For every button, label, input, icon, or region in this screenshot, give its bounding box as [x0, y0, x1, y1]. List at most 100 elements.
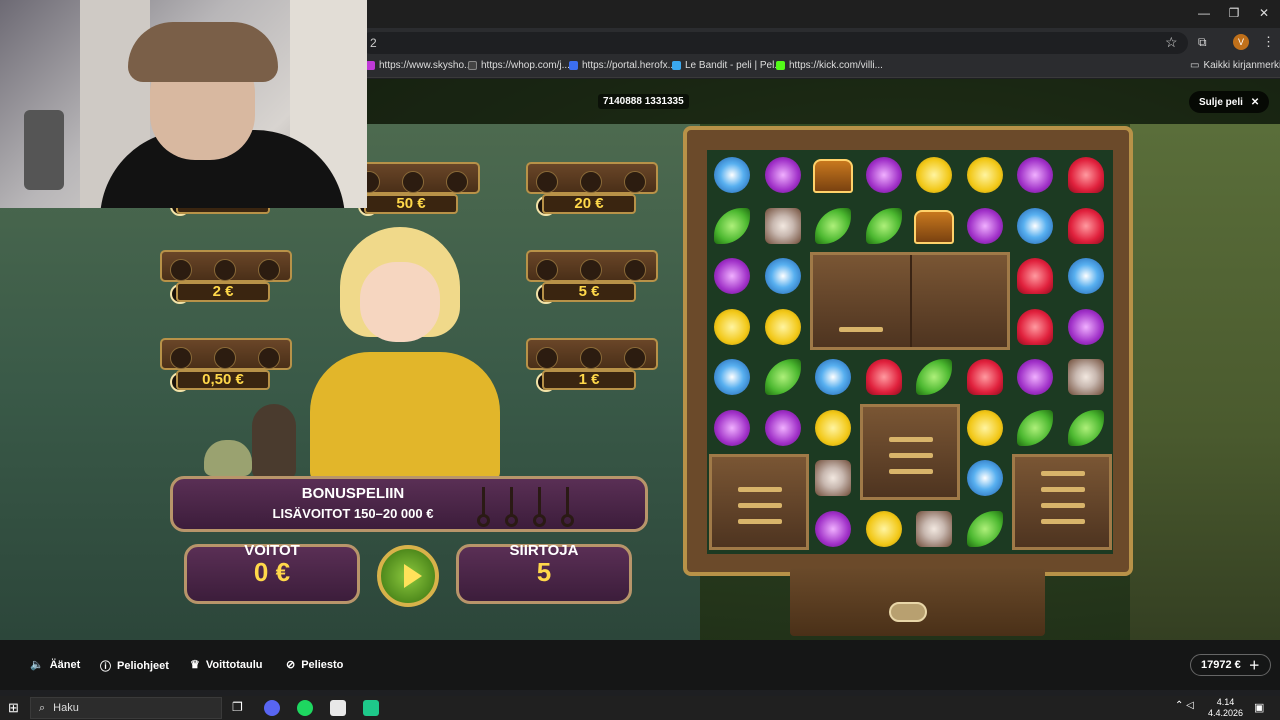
play-button[interactable] [377, 545, 439, 607]
prize-board: 20 € [516, 158, 668, 216]
board-tile[interactable] [809, 454, 857, 502]
board-tile[interactable] [961, 505, 1009, 553]
board-tile[interactable] [708, 151, 756, 199]
board-tile[interactable] [1062, 404, 1110, 452]
board-tile[interactable] [809, 505, 857, 553]
extensions-icon[interactable]: ⧉ [1198, 35, 1207, 50]
bookmark-favicon-icon [569, 61, 578, 70]
game-rules-button[interactable]: ⓘ Peliohjeet [100, 658, 169, 674]
red-symbol-icon [1017, 258, 1053, 294]
board-tile[interactable] [759, 202, 807, 250]
board-tile[interactable] [708, 353, 756, 401]
board-tile[interactable] [860, 151, 908, 199]
minimize-button[interactable]: — [1194, 6, 1214, 20]
board-tile[interactable] [759, 151, 807, 199]
board-tile[interactable] [1011, 202, 1059, 250]
red-symbol-icon [865, 359, 902, 395]
yellow-symbol-icon [966, 409, 1003, 446]
blue-symbol-icon [714, 157, 750, 193]
board-tile[interactable] [1062, 252, 1110, 300]
blue-symbol-icon [714, 359, 750, 395]
app-icon[interactable] [363, 700, 379, 716]
board-tile[interactable] [860, 505, 908, 553]
key-icon [505, 487, 518, 527]
frog-character [204, 440, 252, 476]
bonus-subtitle: LISÄVOITOT 150–20 000 € [272, 506, 434, 521]
red-symbol-icon [1017, 308, 1053, 345]
board-tile[interactable] [1011, 303, 1059, 351]
board-tile[interactable] [910, 353, 958, 401]
board-tile[interactable] [910, 151, 958, 199]
leaf-symbol-icon [916, 359, 952, 395]
address-bar[interactable]: 2 [360, 32, 1188, 54]
board-tile[interactable] [759, 404, 807, 452]
board-tile[interactable] [910, 202, 958, 250]
red-symbol-icon [1067, 207, 1104, 244]
paytable-button[interactable]: ♛ Voittotaulu [190, 658, 263, 672]
bookmark-item[interactable]: https://www.skysho... [366, 60, 472, 71]
chest-symbol-icon [813, 159, 853, 193]
locked-cabinet [1012, 454, 1112, 550]
board-tile[interactable] [1011, 151, 1059, 199]
purple-symbol-icon [764, 157, 801, 193]
board-tile[interactable] [961, 454, 1009, 502]
bookmark-item[interactable]: Le Bandit - peli | Pel... [672, 60, 783, 71]
balance-display[interactable]: 17972 € ＋ [1190, 654, 1271, 676]
board-tile[interactable] [1011, 353, 1059, 401]
board-tile[interactable] [759, 252, 807, 300]
board-tile[interactable] [961, 404, 1009, 452]
board-tile[interactable] [961, 151, 1009, 199]
browser-menu-icon[interactable]: ⋮ [1262, 34, 1275, 50]
board-tile[interactable] [708, 303, 756, 351]
block-icon: ⊘ [286, 659, 296, 671]
board-tile[interactable] [1011, 252, 1059, 300]
board-tile[interactable] [809, 151, 857, 199]
notifications-icon[interactable]: ▣ [1254, 701, 1264, 714]
board-tile[interactable] [860, 353, 908, 401]
key-icon [533, 487, 546, 527]
discord-icon[interactable] [264, 700, 280, 716]
moves-panel: SIIRTOJA 5 [456, 542, 632, 604]
bookmark-item[interactable]: https://portal.herofx... [569, 60, 676, 71]
purple-symbol-icon [714, 258, 750, 294]
bookmark-star-icon[interactable]: ☆ [1165, 34, 1178, 51]
board-tile[interactable] [708, 202, 756, 250]
board-tile[interactable] [759, 353, 807, 401]
blue-symbol-icon [815, 359, 851, 395]
system-tray-icon[interactable]: ⌃ ◁ [1175, 700, 1194, 711]
board-tile[interactable] [860, 202, 908, 250]
board-tile[interactable] [961, 202, 1009, 250]
board-tile[interactable] [1062, 202, 1110, 250]
windows-start-icon[interactable]: ⊞ [8, 700, 19, 716]
purple-symbol-icon [764, 409, 801, 446]
task-view-icon[interactable]: ❐ [232, 700, 243, 714]
bookmark-item[interactable]: https://kick.com/villi... [776, 60, 883, 71]
maximize-button[interactable]: ❐ [1224, 6, 1244, 20]
board-tile[interactable] [809, 404, 857, 452]
game-limits-button[interactable]: ⊘ Peliesto [286, 658, 343, 672]
board-tile[interactable] [708, 252, 756, 300]
board-tile[interactable] [759, 303, 807, 351]
taskbar-clock[interactable]: 4.14 4.4.2026 [1208, 697, 1243, 719]
prize-board: 2 € [150, 246, 302, 304]
board-tile[interactable] [1011, 404, 1059, 452]
close-window-button[interactable]: ✕ [1254, 6, 1274, 20]
bookmark-item[interactable]: https://whop.com/j... [468, 60, 570, 71]
board-tile[interactable] [1062, 151, 1110, 199]
sound-button[interactable]: 🔈 Äänet [30, 658, 80, 672]
board-tile[interactable] [708, 404, 756, 452]
board-tile[interactable] [961, 353, 1009, 401]
close-game-button[interactable]: Sulje peli ✕ [1189, 91, 1270, 113]
board-tile[interactable] [809, 353, 857, 401]
board-tile[interactable] [910, 505, 958, 553]
board-tile[interactable] [1062, 353, 1110, 401]
profile-avatar[interactable]: V [1233, 34, 1249, 50]
red-symbol-icon [1067, 157, 1104, 193]
all-bookmarks-button[interactable]: ▭ Kaikki kirjanmerkit [1190, 60, 1280, 71]
blue-symbol-icon [1067, 258, 1104, 294]
file-app-icon[interactable] [330, 700, 346, 716]
taskbar-search[interactable]: ⌕ Haku [30, 697, 222, 719]
spotify-icon[interactable] [297, 700, 313, 716]
board-tile[interactable] [1062, 303, 1110, 351]
board-tile[interactable] [809, 202, 857, 250]
